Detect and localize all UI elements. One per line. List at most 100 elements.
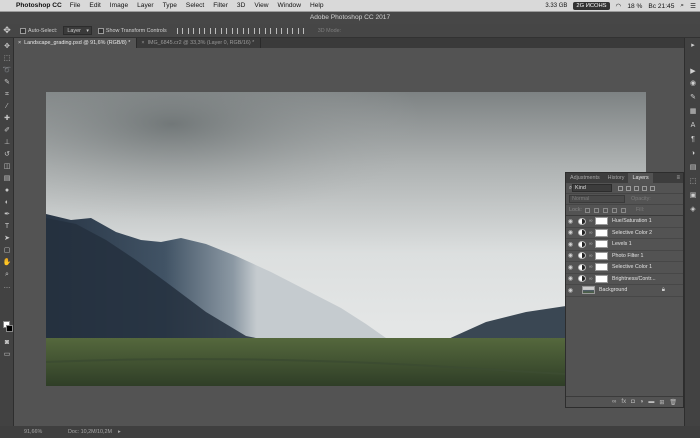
properties-panel-icon[interactable]: ▣ xyxy=(689,192,697,200)
filter-pixel-icon[interactable] xyxy=(618,185,624,191)
filter-shape-icon[interactable] xyxy=(642,185,648,191)
background-thumbnail[interactable] xyxy=(582,286,595,295)
search-icon[interactable]: ⌕ xyxy=(680,2,684,10)
link-icon[interactable]: ∞ xyxy=(589,218,593,224)
brush-tool-icon[interactable]: ✐ xyxy=(2,126,12,135)
lasso-tool-icon[interactable]: ➰ xyxy=(2,66,12,75)
link-icon[interactable]: ∞ xyxy=(589,264,593,270)
marquee-tool-icon[interactable]: ⬚ xyxy=(2,54,12,63)
opacity-label[interactable]: Opacity: xyxy=(631,196,651,202)
pen-tool-icon[interactable]: ✒ xyxy=(2,210,12,219)
layer-name[interactable]: Photo Filter 1 xyxy=(612,253,644,259)
history-brush-tool-icon[interactable]: ↺ xyxy=(2,150,12,159)
menu-3d[interactable]: 3D xyxy=(237,2,245,9)
visibility-eye-icon[interactable]: ◉ xyxy=(566,218,575,225)
align-vcenter-icon[interactable] xyxy=(187,27,194,34)
link-layers-icon[interactable]: ∞ xyxy=(612,399,616,405)
document-canvas[interactable] xyxy=(46,92,646,386)
layer-name[interactable]: Selective Color 2 xyxy=(612,230,652,236)
cpu-badge[interactable]: 2G ИСОНS xyxy=(573,2,610,10)
clock[interactable]: Вс 21:45 xyxy=(648,3,674,10)
link-icon[interactable]: ∞ xyxy=(589,230,593,236)
channels-panel-icon[interactable]: ▤ xyxy=(689,164,697,172)
layer-style-icon[interactable]: fx xyxy=(621,399,626,405)
lock-transparent-icon[interactable] xyxy=(584,207,590,213)
new-layer-icon[interactable]: ⊞ xyxy=(659,399,664,406)
filter-smart-object-icon[interactable] xyxy=(650,185,656,191)
hand-tool-icon[interactable]: ✋ xyxy=(2,258,12,267)
eraser-tool-icon[interactable]: ◫ xyxy=(2,162,12,171)
align-bottom-icon[interactable] xyxy=(198,27,205,34)
layer-mask-thumbnail[interactable] xyxy=(595,228,608,237)
filter-kind-dropdown[interactable]: Kind xyxy=(572,184,613,192)
visibility-eye-icon[interactable]: ◉ xyxy=(566,252,575,259)
layer-mask-thumbnail[interactable] xyxy=(595,263,608,272)
link-icon[interactable]: ∞ xyxy=(589,241,593,247)
delete-layer-icon[interactable]: 🗑︎ xyxy=(669,399,677,406)
menu-filter[interactable]: Filter xyxy=(213,2,228,9)
distribute-top-icon[interactable] xyxy=(242,27,249,34)
type-tool-icon[interactable]: T xyxy=(2,222,12,231)
distribute-hcenter-icon[interactable] xyxy=(286,27,293,34)
layer-name[interactable]: Brightness/Contr... xyxy=(612,276,656,282)
layer-name[interactable]: Background xyxy=(599,287,627,293)
visibility-eye-icon[interactable]: ◉ xyxy=(566,229,575,236)
adjustments-panel-icon[interactable]: ◑ xyxy=(689,150,697,158)
show-transform-checkbox[interactable] xyxy=(97,27,104,34)
layers-panel-icon[interactable]: ◈ xyxy=(689,206,697,214)
doc-tab-landscape[interactable]: × Landscape_grading.psd @ 91,6% (RGB/8) * xyxy=(14,38,138,48)
tab-history[interactable]: History xyxy=(604,173,629,183)
gradient-tool-icon[interactable]: ▤ xyxy=(2,174,12,183)
layer-row[interactable]: ◉ ∞ Photo Filter 1 xyxy=(566,251,683,262)
healing-brush-tool-icon[interactable]: ✚ xyxy=(2,114,12,123)
visibility-eye-icon[interactable]: ◉ xyxy=(566,275,575,282)
eyedropper-tool-icon[interactable]: ⁄ xyxy=(2,102,12,111)
menu-type[interactable]: Type xyxy=(163,2,177,9)
distribute-vcenter-icon[interactable] xyxy=(253,27,260,34)
auto-select-dropdown[interactable]: Layer xyxy=(63,26,92,35)
auto-select-checkbox[interactable] xyxy=(20,27,26,34)
color-panel-icon[interactable]: ◉ xyxy=(689,80,697,88)
screen-mode-icon[interactable]: ▭ xyxy=(2,350,12,359)
lock-image-icon[interactable] xyxy=(593,207,599,213)
fill-label[interactable]: Fill: xyxy=(636,207,644,213)
doc-size[interactable]: Doc: 10,2M/10,2M xyxy=(68,429,112,435)
align-right-icon[interactable] xyxy=(231,27,238,34)
crop-tool-icon[interactable]: ⌗ xyxy=(2,90,12,99)
path-select-tool-icon[interactable]: ➤ xyxy=(2,234,12,243)
wifi-icon[interactable]: ◠ xyxy=(616,2,622,10)
tab-layers[interactable]: Layers xyxy=(628,173,653,183)
swatches-panel-icon[interactable]: ▦ xyxy=(689,108,697,116)
collapse-panels-icon[interactable]: ▸ xyxy=(689,42,697,50)
layer-mask-thumbnail[interactable] xyxy=(595,240,608,249)
menu-layer[interactable]: Layer xyxy=(137,2,154,9)
move-tool-icon[interactable]: ✥ xyxy=(0,25,14,36)
menu-edit[interactable]: Edit xyxy=(89,2,100,9)
link-icon[interactable]: ∞ xyxy=(589,276,593,282)
layer-name[interactable]: Hue/Saturation 1 xyxy=(612,218,652,224)
new-group-icon[interactable]: ▬ xyxy=(648,399,654,405)
menu-window[interactable]: Window xyxy=(278,2,301,9)
lock-position-icon[interactable] xyxy=(602,207,608,213)
distribute-bottom-icon[interactable] xyxy=(264,27,271,34)
background-color-swatch[interactable] xyxy=(6,325,13,332)
layer-row[interactable]: ◉ ∞ Selective Color 2 xyxy=(566,228,683,239)
quick-mask-icon[interactable]: ◙ xyxy=(2,338,12,347)
clone-stamp-tool-icon[interactable]: ⊥ xyxy=(2,138,12,147)
link-icon[interactable]: ∞ xyxy=(589,253,593,259)
layer-row[interactable]: ◉ ∞ Levels 1 xyxy=(566,239,683,251)
character-panel-icon[interactable]: A xyxy=(689,122,697,130)
new-adjustment-icon[interactable]: ◑ xyxy=(640,399,644,405)
layer-mask-thumbnail[interactable] xyxy=(595,274,608,283)
dodge-tool-icon[interactable]: ◐ xyxy=(2,198,12,207)
rectangle-tool-icon[interactable]: ▢ xyxy=(2,246,12,255)
layer-row[interactable]: ◉ ∞ Hue/Saturation 1 xyxy=(566,216,683,228)
paths-panel-icon[interactable]: ⬚ xyxy=(689,178,697,186)
close-icon[interactable]: × xyxy=(141,40,144,46)
visibility-eye-icon[interactable]: ◉ xyxy=(566,287,575,294)
menu-select[interactable]: Select xyxy=(186,2,204,9)
history-panel-icon[interactable]: ▶ xyxy=(689,68,697,76)
lock-artboard-icon[interactable] xyxy=(611,207,617,213)
panel-menu-icon[interactable]: ≡ xyxy=(676,173,680,183)
layer-mask-thumbnail[interactable] xyxy=(595,217,608,226)
